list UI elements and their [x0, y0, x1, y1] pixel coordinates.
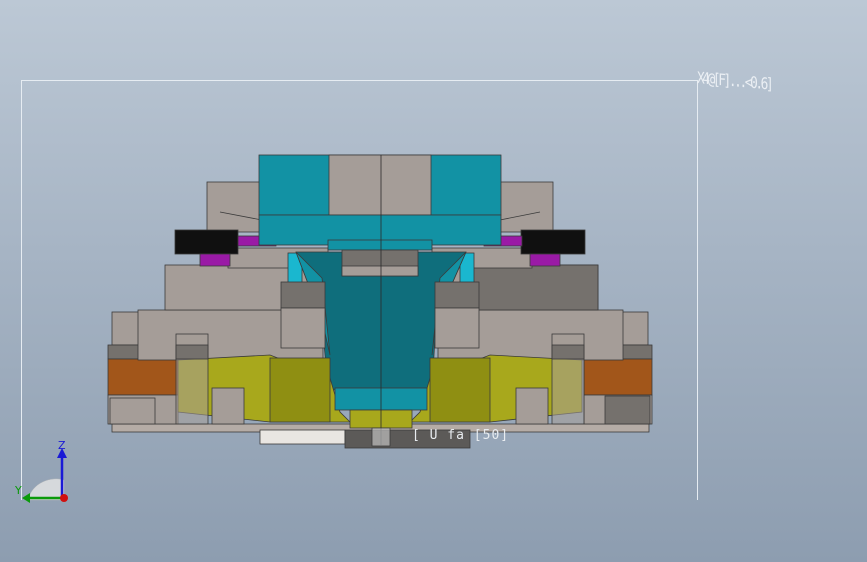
- teal-neck: [327, 239, 433, 251]
- right-outer-block-top: [619, 311, 649, 346]
- right-black-block: [520, 229, 586, 255]
- left-orange-block: [107, 358, 179, 396]
- left-dark-block: [280, 281, 326, 309]
- right-orange-block: [583, 358, 653, 396]
- orientation-triad[interactable]: Z Y: [14, 439, 74, 510]
- left-light-block: [280, 307, 326, 349]
- right-pillar-band: [551, 344, 585, 360]
- right-magenta-bottom: [529, 253, 561, 267]
- left-black-block: [174, 229, 239, 255]
- right-bracket: [499, 181, 554, 233]
- left-dark-upper: [464, 264, 599, 311]
- top-gray-center: [328, 154, 432, 216]
- right-light-block: [434, 307, 480, 349]
- left-pillar-band: [175, 344, 209, 360]
- left-bracket: [206, 181, 263, 233]
- left-inner-square: [211, 387, 245, 425]
- dimension-label: [ U fa [50]: [412, 428, 510, 443]
- left-olive-dark: [269, 357, 331, 423]
- bottom-light-block: [259, 429, 346, 445]
- y-arrowhead: [22, 493, 30, 503]
- center-gray-cap-low: [341, 265, 419, 277]
- right-olive-dark: [429, 357, 491, 423]
- left-outer-block-top: [111, 311, 141, 346]
- z-axis-label: Z: [58, 440, 66, 452]
- graphics-viewport[interactable]: X4@[F]...<0.6] [ U fa [50] Z Y: [0, 0, 867, 562]
- x-axis-dot: [60, 494, 68, 502]
- right-outer-dark-bottom: [604, 395, 651, 425]
- bolt-detail: [371, 427, 391, 447]
- y-axis-label: Y: [14, 484, 22, 497]
- left-outer-dark-bottom: [109, 397, 156, 425]
- left-magenta-bottom: [199, 253, 231, 267]
- right-inner-square: [515, 387, 549, 425]
- right-dark-block: [434, 281, 480, 309]
